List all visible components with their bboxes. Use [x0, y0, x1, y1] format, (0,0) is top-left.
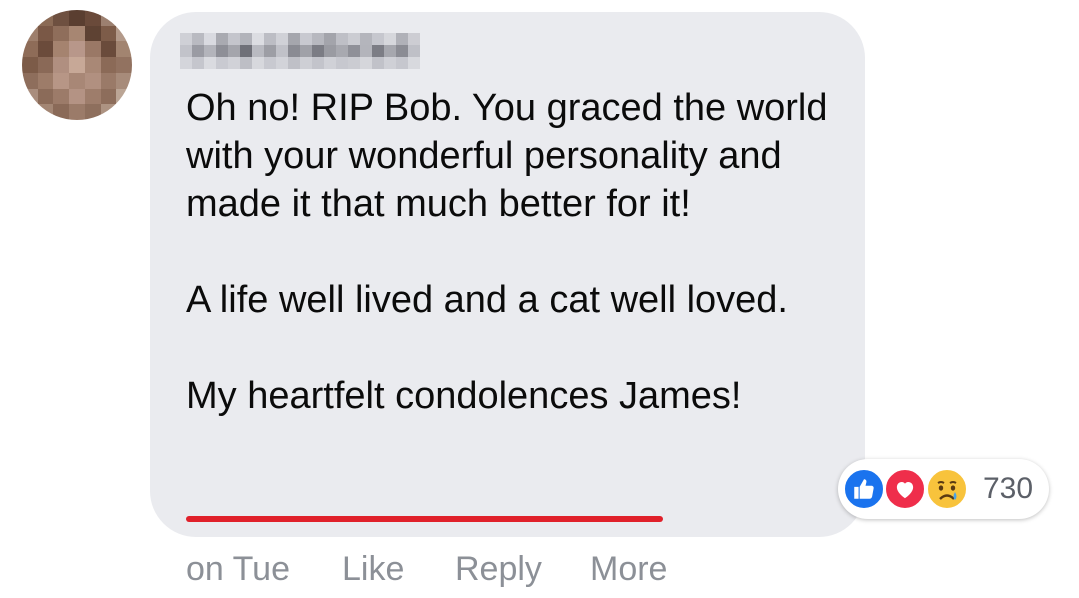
timestamp[interactable]: on Tue: [186, 549, 290, 589]
comment-paragraph: My heartfelt condolences James!: [186, 372, 846, 420]
underlined-text: My heartfelt condolences: [186, 375, 609, 417]
comment-text-tail: James!: [608, 375, 742, 417]
more-button[interactable]: More: [590, 549, 667, 589]
comment-paragraph: Oh no! RIP Bob. You graced the world wit…: [186, 87, 828, 225]
love-icon: [883, 467, 927, 511]
comment-paragraph: A life well lived and a cat well loved.: [186, 279, 788, 321]
red-underline-annotation: [186, 516, 663, 522]
author-name[interactable]: [180, 33, 420, 69]
reply-button[interactable]: Reply: [455, 549, 542, 589]
comment-text: Oh no! RIP Bob. You graced the world wit…: [186, 84, 846, 420]
reactions-summary[interactable]: 730: [838, 459, 1049, 519]
comment-actions: on Tue Like Reply More: [0, 549, 1079, 593]
reaction-count: 730: [983, 472, 1034, 505]
avatar[interactable]: [22, 10, 132, 120]
comment-thread: Oh no! RIP Bob. You graced the world wit…: [0, 0, 1079, 598]
like-icon: [842, 467, 886, 511]
like-button[interactable]: Like: [342, 549, 404, 589]
sad-icon: [925, 467, 969, 511]
